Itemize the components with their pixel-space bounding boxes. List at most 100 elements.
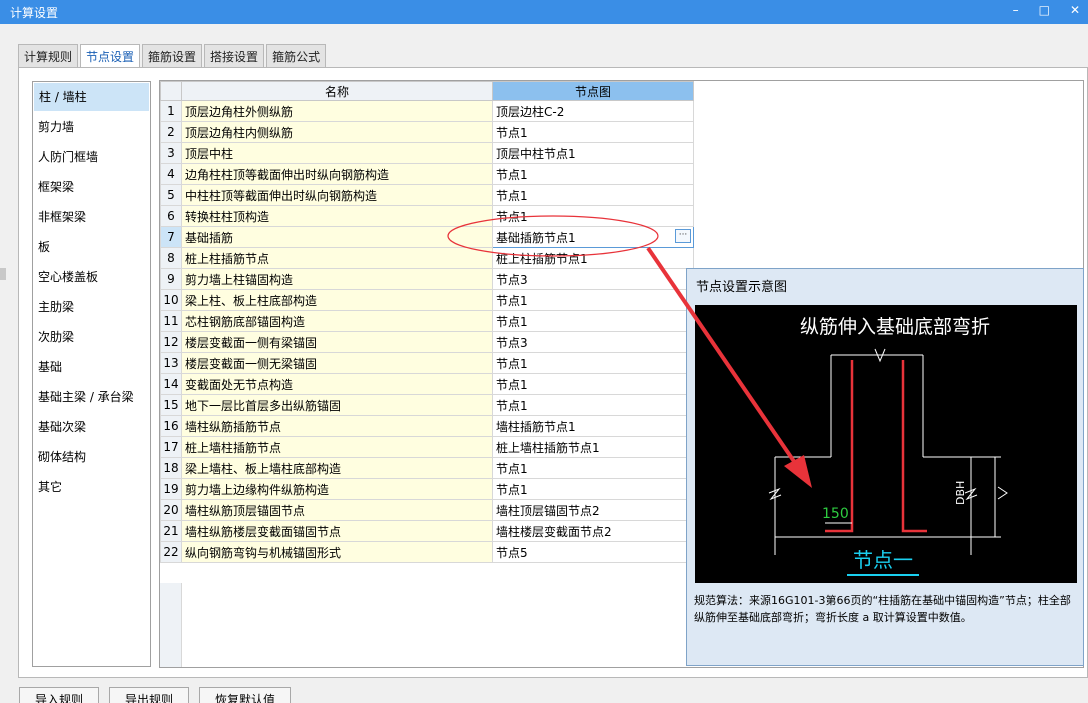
tab-node-settings[interactable]: 节点设置 <box>80 44 141 68</box>
tab-stirrup-settings[interactable]: 箍筋设置 <box>142 44 203 67</box>
table-row[interactable]: 11 芯柱钢筋底部锚固构造 节点1 <box>160 310 694 332</box>
table-row[interactable]: 21 墙柱纵筋楼层变截面锚固节点 墙柱楼层变截面节点2 <box>160 520 694 542</box>
row-name-cell[interactable]: 剪力墙上边缘构件纵筋构造 <box>181 478 493 500</box>
table-row[interactable]: 9 剪力墙上柱锚固构造 节点3 <box>160 268 694 290</box>
tab-lap-settings[interactable]: 搭接设置 <box>204 44 265 67</box>
table-row[interactable]: 13 楼层变截面一侧无梁锚固 节点1 <box>160 352 694 374</box>
row-node-cell[interactable]: 节点1 <box>492 394 694 416</box>
table-row[interactable]: 6 转换柱柱顶构造 节点1 <box>160 205 694 227</box>
table-row[interactable]: 10 梁上柱、板上柱底部构造 节点1 <box>160 289 694 311</box>
table-row[interactable]: 22 纵向钢筋弯钩与机械锚固形式 节点5 <box>160 541 694 563</box>
row-node-cell[interactable]: 节点1 <box>492 373 694 395</box>
row-node-cell[interactable]: 节点1 <box>492 205 694 227</box>
row-name-cell[interactable]: 基础插筋 <box>181 226 493 248</box>
row-node-cell[interactable]: 顶层中柱节点1 <box>492 142 694 164</box>
row-name-cell[interactable]: 墙柱纵筋楼层变截面锚固节点 <box>181 520 493 542</box>
row-name-cell[interactable]: 纵向钢筋弯钩与机械锚固形式 <box>181 541 493 563</box>
sidebar-item[interactable]: 非框架梁 <box>33 202 150 232</box>
row-node-cell[interactable]: 节点1 <box>492 478 694 500</box>
row-node-cell[interactable]: 节点1 <box>492 289 694 311</box>
row-node-cell[interactable]: 墙柱楼层变截面节点2 <box>492 520 694 542</box>
row-node-value: 节点5 <box>496 545 528 560</box>
row-name-cell[interactable]: 楼层变截面一侧有梁锚固 <box>181 331 493 353</box>
row-node-cell[interactable]: 节点1 <box>492 310 694 332</box>
sidebar-item[interactable]: 基础主梁 / 承台梁 <box>33 382 150 412</box>
table-row[interactable]: 8 桩上柱插筋节点 桩上柱插筋节点1 <box>160 247 694 269</box>
row-node-cell[interactable]: 桩上墙柱插筋节点1 <box>492 436 694 458</box>
table-row[interactable]: 18 梁上墙柱、板上墙柱底部构造 节点1 <box>160 457 694 479</box>
row-number: 11 <box>160 310 182 332</box>
table-row[interactable]: 4 边角柱柱顶等截面伸出时纵向钢筋构造 节点1 <box>160 163 694 185</box>
row-name-cell[interactable]: 梁上墙柱、板上墙柱底部构造 <box>181 457 493 479</box>
row-node-cell[interactable]: 节点3 <box>492 268 694 290</box>
node-column-header[interactable]: 节点图 <box>492 81 694 101</box>
table-row[interactable]: 19 剪力墙上边缘构件纵筋构造 节点1 <box>160 478 694 500</box>
row-name-cell[interactable]: 顶层边角柱外侧纵筋 <box>181 100 493 122</box>
table-row[interactable]: 1 顶层边角柱外侧纵筋 顶层边柱C-2 <box>160 100 694 122</box>
row-name-cell[interactable]: 墙柱纵筋插筋节点 <box>181 415 493 437</box>
sidebar-item[interactable]: 其它 <box>33 472 150 502</box>
row-name-cell[interactable]: 转换柱柱顶构造 <box>181 205 493 227</box>
sidebar-item[interactable]: 框架梁 <box>33 172 150 202</box>
row-node-cell[interactable]: 桩上柱插筋节点1 <box>492 247 694 269</box>
row-name-cell[interactable]: 剪力墙上柱锚固构造 <box>181 268 493 290</box>
row-name-cell[interactable]: 梁上柱、板上柱底部构造 <box>181 289 493 311</box>
table-row[interactable]: 7 基础插筋 基础插筋节点1 ··· <box>160 226 694 248</box>
node-picker-button[interactable]: ··· <box>675 229 691 243</box>
row-node-cell[interactable]: 节点1 <box>492 121 694 143</box>
row-name-cell[interactable]: 顶层边角柱内侧纵筋 <box>181 121 493 143</box>
row-node-cell[interactable]: 节点3 <box>492 331 694 353</box>
sidebar-item[interactable]: 人防门框墙 <box>33 142 150 172</box>
sidebar-item[interactable]: 柱 / 墙柱 <box>34 83 149 111</box>
table-row[interactable]: 5 中柱柱顶等截面伸出时纵向钢筋构造 节点1 <box>160 184 694 206</box>
row-name-cell[interactable]: 边角柱柱顶等截面伸出时纵向钢筋构造 <box>181 163 493 185</box>
tab-stirrup-formula[interactable]: 箍筋公式 <box>266 44 327 67</box>
table-row[interactable]: 20 墙柱纵筋顶层锚固节点 墙柱顶层锚固节点2 <box>160 499 694 521</box>
table-row[interactable]: 17 桩上墙柱插筋节点 桩上墙柱插筋节点1 <box>160 436 694 458</box>
row-node-cell[interactable]: 节点1 <box>492 184 694 206</box>
row-node-cell[interactable]: 节点5 <box>492 541 694 563</box>
sidebar-item[interactable]: 板 <box>33 232 150 262</box>
row-name-cell[interactable]: 变截面处无节点构造 <box>181 373 493 395</box>
table-row[interactable]: 16 墙柱纵筋插筋节点 墙柱插筋节点1 <box>160 415 694 437</box>
row-node-cell[interactable]: 节点1 <box>492 352 694 374</box>
row-name-cell[interactable]: 中柱柱顶等截面伸出时纵向钢筋构造 <box>181 184 493 206</box>
table-row[interactable]: 3 顶层中柱 顶层中柱节点1 <box>160 142 694 164</box>
restore-defaults-button[interactable]: 恢复默认值 <box>199 687 292 703</box>
table-row[interactable]: 14 变截面处无节点构造 节点1 <box>160 373 694 395</box>
row-name-cell[interactable]: 楼层变截面一侧无梁锚固 <box>181 352 493 374</box>
row-node-cell[interactable]: 基础插筋节点1 ··· <box>492 226 694 248</box>
maximize-button[interactable]: □ <box>1039 3 1050 17</box>
row-name-cell[interactable]: 桩上柱插筋节点 <box>181 247 493 269</box>
row-name-cell[interactable]: 芯柱钢筋底部锚固构造 <box>181 310 493 332</box>
minimize-button[interactable]: – <box>1013 3 1019 17</box>
row-node-cell[interactable]: 节点1 <box>492 163 694 185</box>
row-number: 21 <box>160 520 182 542</box>
sidebar-item[interactable]: 基础次梁 <box>33 412 150 442</box>
sidebar-item[interactable]: 次肋梁 <box>33 322 150 352</box>
row-node-cell[interactable]: 节点1 <box>492 457 694 479</box>
import-rules-button[interactable]: 导入规则 <box>19 687 100 703</box>
export-rules-button[interactable]: 导出规则 <box>109 687 190 703</box>
node-preview-panel: 节点设置示意图 纵筋伸入基础底部弯折 150 DBH 节点一 规范算法：来源16… <box>686 268 1084 666</box>
sidebar-item[interactable]: 基础 <box>33 352 150 382</box>
sidebar-item[interactable]: 剪力墙 <box>33 112 150 142</box>
row-name-cell[interactable]: 墙柱纵筋顶层锚固节点 <box>181 499 493 521</box>
table-row[interactable]: 15 地下一层比首层多出纵筋锚固 节点1 <box>160 394 694 416</box>
name-column-header[interactable]: 名称 <box>181 81 493 101</box>
row-node-cell[interactable]: 墙柱插筋节点1 <box>492 415 694 437</box>
row-name-cell[interactable]: 地下一层比首层多出纵筋锚固 <box>181 394 493 416</box>
close-button[interactable]: ✕ <box>1070 3 1080 17</box>
sidebar-item[interactable]: 砌体结构 <box>33 442 150 472</box>
row-node-cell[interactable]: 顶层边柱C-2 <box>492 100 694 122</box>
row-node-cell[interactable]: 墙柱顶层锚固节点2 <box>492 499 694 521</box>
tab-calc-rules[interactable]: 计算规则 <box>18 44 79 67</box>
sidebar-item[interactable]: 空心楼盖板 <box>33 262 150 292</box>
row-number: 7 <box>160 226 182 248</box>
sidebar-item[interactable]: 主肋梁 <box>33 292 150 322</box>
row-number: 19 <box>160 478 182 500</box>
row-name-cell[interactable]: 顶层中柱 <box>181 142 493 164</box>
table-row[interactable]: 2 顶层边角柱内侧纵筋 节点1 <box>160 121 694 143</box>
row-name-cell[interactable]: 桩上墙柱插筋节点 <box>181 436 493 458</box>
table-row[interactable]: 12 楼层变截面一侧有梁锚固 节点3 <box>160 331 694 353</box>
